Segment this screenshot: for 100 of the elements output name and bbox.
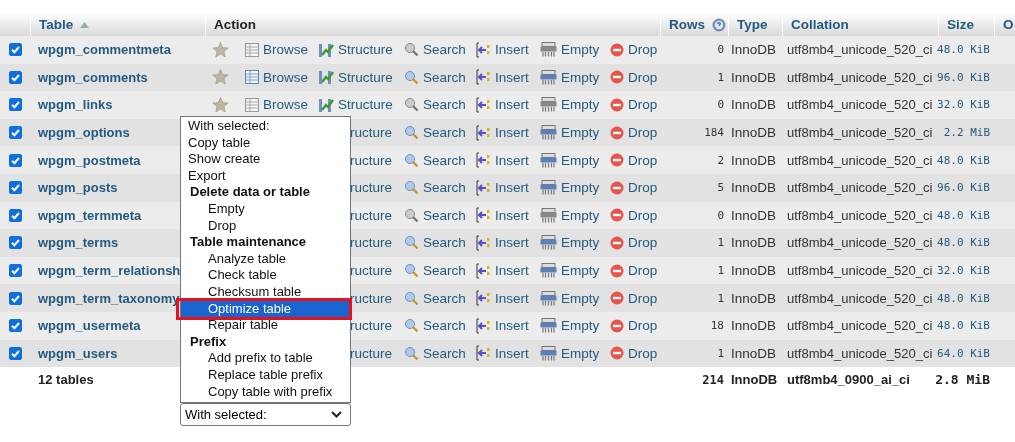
browse-link[interactable]: Browse [245, 42, 308, 58]
search-link[interactable]: Search [404, 69, 466, 85]
drop-link[interactable]: Drop [610, 152, 658, 168]
empty-link[interactable]: Empty [540, 345, 600, 361]
size-link[interactable]: 96.0 KiB [937, 181, 990, 195]
table-name-link[interactable]: wpgm_termmeta [38, 207, 142, 223]
structure-link[interactable]: Structure [318, 97, 393, 113]
structure-link[interactable]: Structure [318, 69, 393, 86]
empty-link[interactable]: Empty [540, 125, 600, 141]
action-link[interactable]: ructure [349, 345, 392, 361]
column-header[interactable]: O [1003, 17, 1014, 32]
size-link[interactable]: 64.0 KiB [937, 346, 990, 360]
help-icon[interactable] [712, 17, 726, 32]
insert-link[interactable]: Insert [476, 207, 529, 224]
star-icon[interactable] [212, 41, 229, 58]
empty-link[interactable]: Empty [540, 97, 600, 113]
search-link[interactable]: Search [404, 290, 466, 306]
row-checkbox[interactable] [8, 181, 22, 195]
action-link[interactable]: ructure [349, 125, 392, 141]
insert-link[interactable]: Insert [476, 69, 529, 86]
insert-link[interactable]: Insert [476, 124, 529, 141]
column-header[interactable]: Collation [791, 17, 849, 32]
size-link[interactable]: 48.0 KiB [937, 319, 990, 333]
search-link[interactable]: Search [404, 318, 466, 334]
size-link[interactable]: 96.0 KiB [937, 70, 990, 84]
browse-link[interactable]: Browse [245, 97, 308, 113]
drop-link[interactable]: Drop [610, 207, 658, 223]
drop-link[interactable]: Drop [610, 42, 658, 58]
column-header[interactable]: Table [39, 17, 74, 32]
empty-link[interactable]: Empty [540, 180, 600, 196]
drop-link[interactable]: Drop [610, 97, 658, 113]
size-link[interactable]: 48.0 KiB [937, 291, 990, 305]
action-link[interactable]: ructure [349, 263, 392, 279]
drop-link[interactable]: Drop [610, 180, 658, 196]
size-link[interactable]: 2.2 MiB [943, 126, 990, 140]
insert-link[interactable]: Insert [476, 234, 529, 251]
search-link[interactable]: Search [404, 345, 466, 361]
table-name-link[interactable]: wpgm_commentmeta [38, 42, 171, 58]
table-name-link[interactable]: wpgm_users [38, 345, 118, 361]
empty-link[interactable]: Empty [540, 152, 600, 168]
dropdown-option[interactable]: Copy table with prefix [181, 383, 350, 401]
dropdown-option[interactable]: Repair table [181, 317, 350, 334]
star-icon[interactable] [212, 69, 229, 86]
insert-link[interactable]: Insert [476, 152, 529, 169]
dropdown-option[interactable]: Add prefix to table [181, 350, 350, 367]
table-name-link[interactable]: wpgm_posts [38, 180, 118, 196]
dropdown-option[interactable]: Replace table prefix [181, 366, 350, 384]
dropdown-option[interactable]: Drop [181, 217, 350, 235]
dropdown-option[interactable]: Empty [181, 201, 350, 218]
drop-link[interactable]: Drop [610, 318, 658, 334]
action-link[interactable]: ructure [349, 318, 392, 334]
size-link[interactable]: 48.0 KiB [937, 236, 990, 250]
drop-link[interactable]: Drop [610, 69, 658, 85]
search-link[interactable]: Search [404, 125, 466, 141]
action-link[interactable]: ructure [349, 290, 392, 306]
dropdown-option[interactable]: With selected: [181, 118, 350, 135]
drop-link[interactable]: Drop [610, 345, 658, 361]
dropdown-option[interactable]: Copy table [181, 134, 350, 152]
search-link[interactable]: Search [404, 207, 466, 223]
insert-link[interactable]: Insert [476, 290, 529, 307]
insert-link[interactable]: Insert [476, 41, 529, 58]
row-checkbox[interactable] [8, 70, 22, 84]
row-checkbox[interactable] [8, 264, 22, 278]
action-link[interactable]: ructure [349, 180, 392, 196]
column-header[interactable]: Type [737, 17, 768, 32]
dropdown-option[interactable]: Checksum table [181, 283, 350, 301]
table-name-link[interactable]: wpgm_terms [38, 235, 119, 251]
row-checkbox[interactable] [8, 291, 22, 305]
drop-link[interactable]: Drop [610, 235, 658, 251]
drop-link[interactable]: Drop [610, 290, 658, 306]
table-name-link[interactable]: wpgm_options [38, 125, 130, 141]
dropdown-option[interactable]: Show create [181, 151, 350, 168]
drop-link[interactable]: Drop [610, 263, 658, 279]
browse-link[interactable]: Browse [245, 69, 308, 85]
action-link[interactable]: ructure [349, 207, 392, 223]
size-link[interactable]: 48.0 KiB [937, 208, 990, 222]
insert-link[interactable]: Insert [476, 179, 529, 196]
empty-link[interactable]: Empty [540, 318, 600, 334]
empty-link[interactable]: Empty [540, 290, 600, 306]
bulk-action-select[interactable]: With selected: [180, 403, 351, 427]
dropdown-option[interactable]: Export [181, 167, 350, 185]
empty-link[interactable]: Empty [540, 263, 600, 279]
column-header[interactable]: Action [214, 17, 256, 32]
size-link[interactable]: 48.0 KiB [937, 153, 990, 167]
dropdown-option[interactable]: Check table [181, 267, 350, 284]
search-link[interactable]: Search [404, 42, 466, 58]
table-name-link[interactable]: wpgm_comments [38, 69, 148, 85]
insert-link[interactable]: Insert [476, 97, 529, 113]
search-link[interactable]: Search [404, 152, 466, 168]
search-link[interactable]: Search [404, 180, 466, 196]
drop-link[interactable]: Drop [610, 125, 658, 141]
row-checkbox[interactable] [8, 98, 22, 112]
empty-link[interactable]: Empty [540, 235, 600, 251]
size-link[interactable]: 32.0 KiB [937, 98, 990, 112]
column-header[interactable]: Rows [669, 17, 705, 32]
structure-link[interactable]: Structure [318, 41, 393, 58]
row-checkbox[interactable] [8, 208, 22, 222]
column-header[interactable]: Size [947, 17, 974, 32]
empty-link[interactable]: Empty [540, 42, 600, 58]
action-link[interactable]: ructure [349, 152, 392, 168]
